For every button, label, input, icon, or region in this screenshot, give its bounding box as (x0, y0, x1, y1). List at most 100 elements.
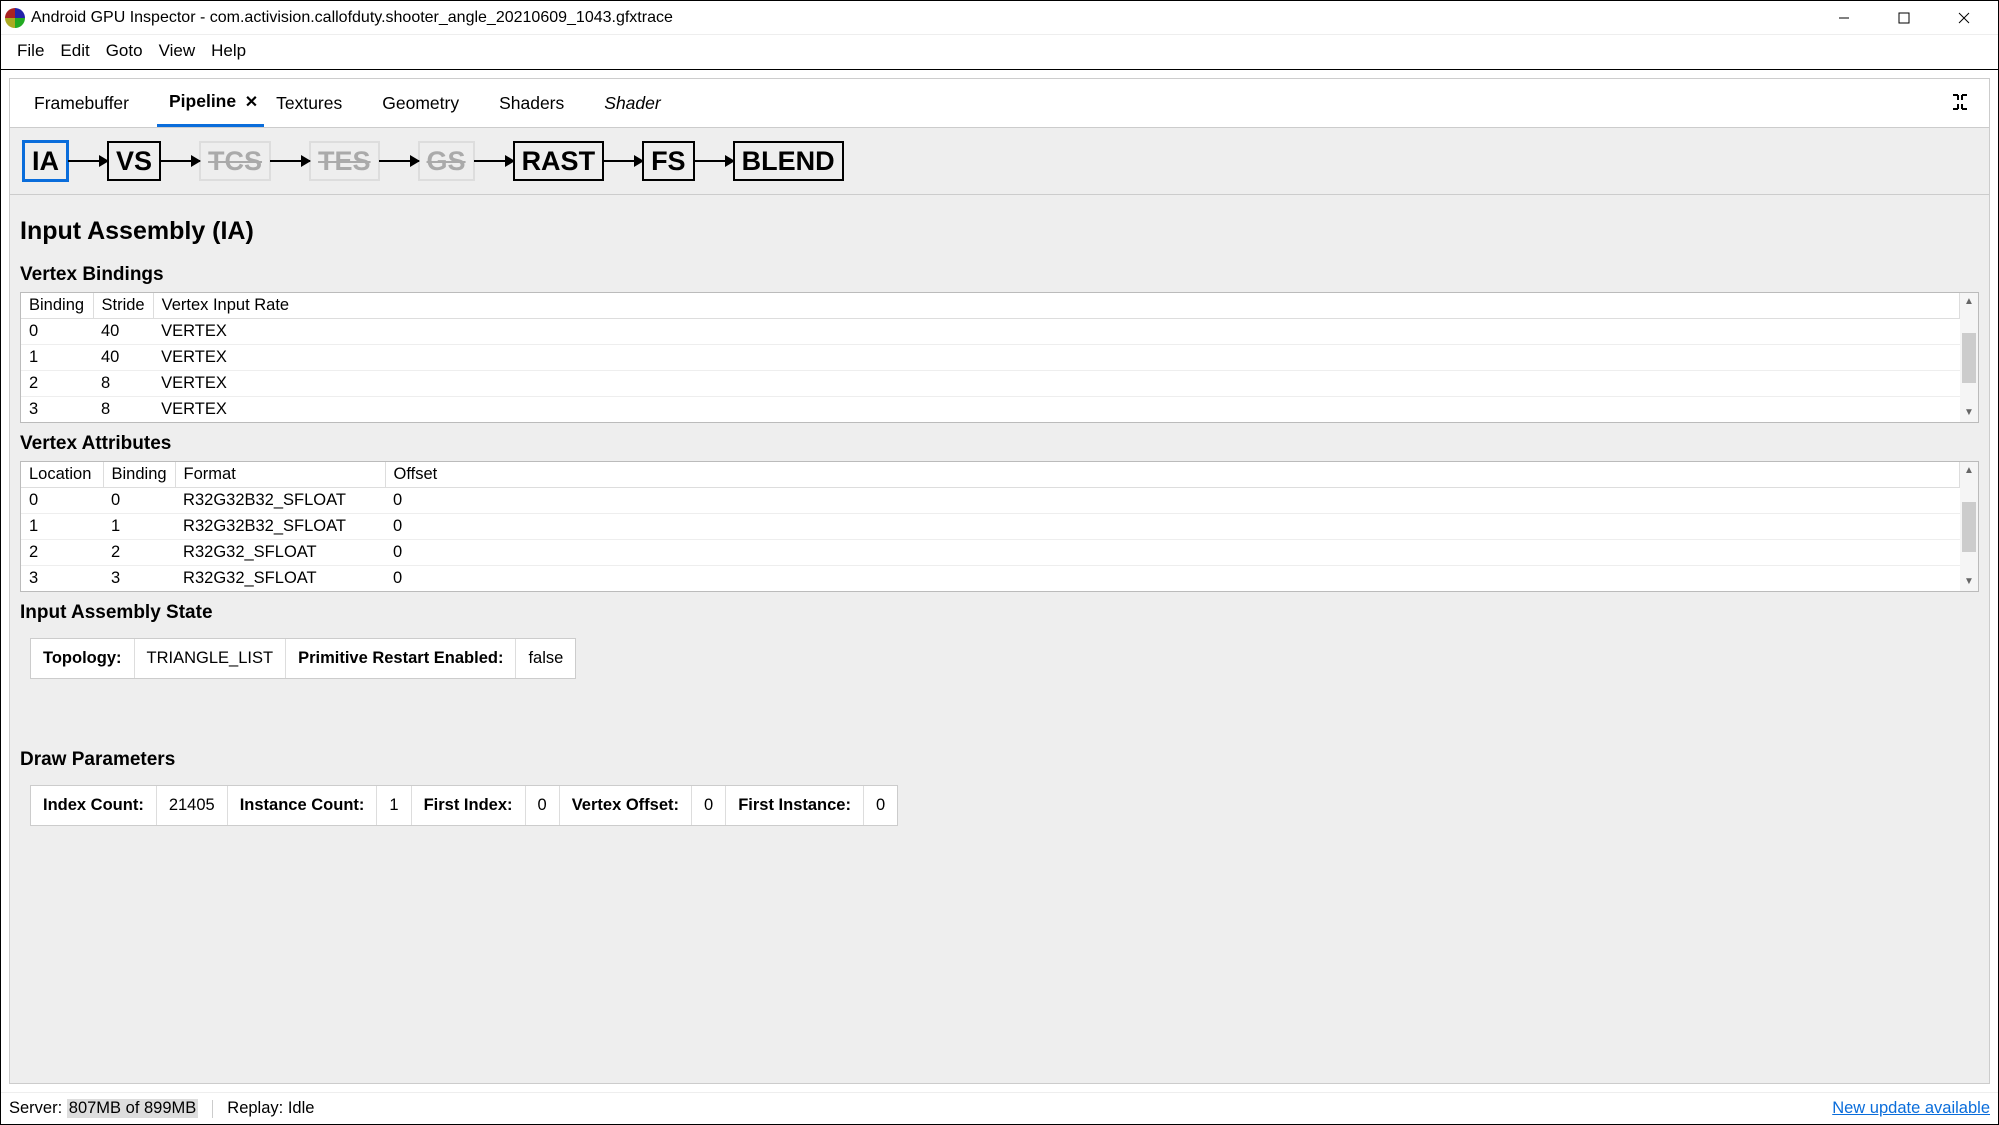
tab-pipeline[interactable]: Pipeline ✕ (157, 79, 264, 127)
stage-ia[interactable]: IA (22, 140, 69, 182)
table-row[interactable]: 00R32G32B32_SFLOAT0 (21, 488, 1960, 514)
vertex-bindings-table: Binding Stride Vertex Input Rate 040VERT… (20, 292, 1979, 423)
scroll-thumb[interactable] (1962, 502, 1976, 552)
tab-label: Framebuffer (34, 93, 129, 113)
app-icon (5, 8, 25, 28)
menu-help[interactable]: Help (203, 39, 254, 63)
separator (212, 1100, 213, 1118)
menu-file[interactable]: File (9, 39, 52, 63)
cell-rate: VERTEX (153, 345, 1959, 371)
topology-label: Topology: (31, 639, 135, 678)
arrow-icon (474, 160, 514, 162)
cell-binding: 0 (21, 319, 93, 345)
tab-framebuffer[interactable]: Framebuffer (22, 81, 157, 126)
col-format[interactable]: Format (175, 462, 385, 488)
update-link[interactable]: New update available (1832, 1099, 1990, 1118)
scroll-up-icon[interactable]: ▲ (1960, 462, 1978, 480)
stage-blend[interactable]: BLEND (733, 141, 844, 181)
tab-label: Textures (276, 93, 342, 113)
vertex-attributes-heading: Vertex Attributes (20, 433, 1979, 455)
arrow-icon (379, 160, 419, 162)
titlebar: Android GPU Inspector - com.activision.c… (1, 1, 1998, 35)
minimize-icon (1838, 12, 1850, 24)
stage-fs[interactable]: FS (642, 141, 695, 181)
arrow-icon (694, 160, 734, 162)
draw-parameters-row: Index Count: 21405 Instance Count: 1 Fir… (30, 785, 898, 826)
server-memory: 807MB of 899MB (67, 1099, 199, 1118)
cell-location: 2 (21, 540, 103, 566)
tabbar: Framebuffer Pipeline✕ Textures Geometry … (9, 78, 1990, 128)
window-title: Android GPU Inspector - com.activision.c… (31, 9, 673, 27)
pipeline-stages: IA VS TCS TES GS RAST FS BLEND (9, 128, 1990, 195)
scroll-down-icon[interactable]: ▼ (1960, 573, 1978, 591)
arrow-icon (68, 160, 108, 162)
topology-value: TRIANGLE_LIST (135, 639, 287, 678)
vertex-offset-label: Vertex Offset: (560, 786, 692, 825)
scrollbar[interactable]: ▲ ▼ (1960, 462, 1978, 591)
arrow-icon (160, 160, 200, 162)
tab-textures[interactable]: Textures (264, 81, 370, 126)
stage-gs[interactable]: GS (418, 141, 475, 181)
cell-rate: VERTEX (153, 397, 1959, 423)
cell-format: R32G32_SFLOAT (175, 566, 385, 592)
replay-label: Replay: (227, 1099, 283, 1118)
tab-label: Pipeline (169, 91, 236, 111)
scroll-thumb[interactable] (1962, 333, 1976, 383)
first-index-value: 0 (526, 786, 560, 825)
close-button[interactable] (1934, 1, 1994, 35)
cell-format: R32G32B32_SFLOAT (175, 514, 385, 540)
scrollbar[interactable]: ▲ ▼ (1960, 293, 1978, 422)
stage-vs[interactable]: VS (107, 141, 161, 181)
menu-goto[interactable]: Goto (98, 39, 151, 63)
stage-rast[interactable]: RAST (513, 141, 605, 181)
table-row[interactable]: 11R32G32B32_SFLOAT0 (21, 514, 1960, 540)
tab-shaders[interactable]: Shaders (487, 81, 592, 126)
col-stride[interactable]: Stride (93, 293, 153, 319)
col-rate[interactable]: Vertex Input Rate (153, 293, 1959, 319)
instance-count-value: 1 (377, 786, 411, 825)
table-row[interactable]: 38VERTEX (21, 397, 1960, 423)
collapse-icon (1951, 93, 1969, 111)
cell-format: R32G32B32_SFLOAT (175, 488, 385, 514)
minimize-button[interactable] (1814, 1, 1874, 35)
server-label: Server: (9, 1099, 62, 1118)
tab-label: Shaders (499, 93, 564, 113)
cell-location: 3 (21, 566, 103, 592)
cell-offset: 0 (385, 540, 1959, 566)
table-row[interactable]: 28VERTEX (21, 371, 1960, 397)
cell-offset: 0 (385, 514, 1959, 540)
content-panel: Input Assembly (IA) Vertex Bindings Bind… (9, 195, 1990, 1084)
close-icon[interactable]: ✕ (245, 92, 258, 112)
tab-geometry[interactable]: Geometry (370, 81, 487, 126)
close-icon (1958, 12, 1970, 24)
tab-label: Shader (604, 93, 660, 113)
col-binding[interactable]: Binding (21, 293, 93, 319)
menu-edit[interactable]: Edit (52, 39, 97, 63)
collapse-button[interactable] (1943, 85, 1977, 122)
table-row[interactable]: 22R32G32_SFLOAT0 (21, 540, 1960, 566)
table-row[interactable]: 140VERTEX (21, 345, 1960, 371)
tab-shader[interactable]: Shader (592, 81, 688, 126)
cell-binding: 1 (21, 345, 93, 371)
replay-value: Idle (288, 1099, 315, 1118)
menu-view[interactable]: View (151, 39, 204, 63)
scroll-up-icon[interactable]: ▲ (1960, 293, 1978, 311)
instance-count-label: Instance Count: (228, 786, 378, 825)
col-binding[interactable]: Binding (103, 462, 175, 488)
scroll-down-icon[interactable]: ▼ (1960, 404, 1978, 422)
vertex-bindings-heading: Vertex Bindings (20, 264, 1979, 286)
table-row[interactable]: 33R32G32_SFLOAT0 (21, 566, 1960, 592)
col-offset[interactable]: Offset (385, 462, 1959, 488)
maximize-button[interactable] (1874, 1, 1934, 35)
first-instance-label: First Instance: (726, 786, 864, 825)
index-count-label: Index Count: (31, 786, 157, 825)
statusbar: Server: 807MB of 899MB Replay: Idle New … (1, 1092, 1998, 1124)
cell-rate: VERTEX (153, 371, 1959, 397)
table-row[interactable]: 040VERTEX (21, 319, 1960, 345)
stage-tcs[interactable]: TCS (199, 141, 271, 181)
section-title: Input Assembly (IA) (20, 217, 1979, 246)
cell-stride: 8 (93, 397, 153, 423)
col-location[interactable]: Location (21, 462, 103, 488)
stage-tes[interactable]: TES (309, 141, 380, 181)
menubar: File Edit Goto View Help (1, 35, 1998, 69)
